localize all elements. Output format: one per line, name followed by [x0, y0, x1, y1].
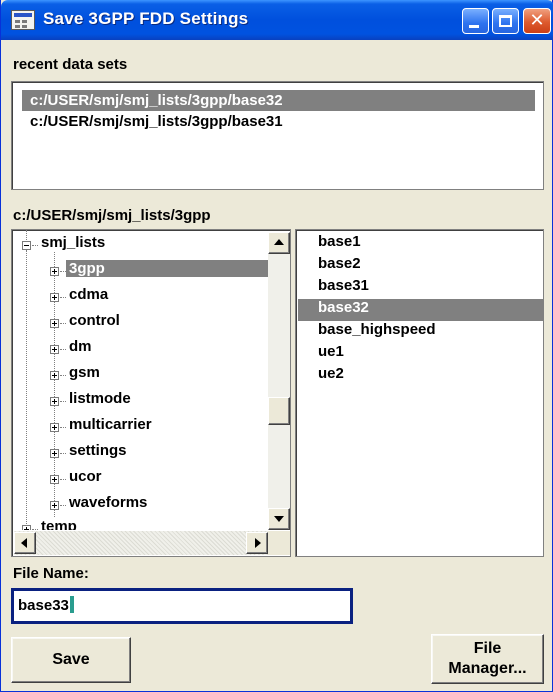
- recent-item[interactable]: c:/USER/smj/smj_lists/3gpp/base31: [22, 111, 535, 132]
- expand-icon[interactable]: [50, 397, 59, 406]
- expand-icon[interactable]: [50, 423, 59, 432]
- tree-node-control[interactable]: control: [12, 312, 268, 336]
- expand-icon[interactable]: [50, 501, 59, 510]
- expand-icon[interactable]: [50, 319, 59, 328]
- tree-node-ucor[interactable]: ucor: [12, 468, 268, 492]
- tree-node-label: multicarrier: [69, 416, 152, 433]
- maximize-icon: [499, 15, 512, 27]
- file-item[interactable]: ue2: [308, 365, 543, 387]
- tree-node-dm[interactable]: dm: [12, 338, 268, 362]
- scroll-right-button[interactable]: [246, 532, 268, 554]
- file-item[interactable]: base1: [308, 233, 543, 255]
- tree-node-temp[interactable]: temp: [12, 518, 268, 530]
- expand-icon[interactable]: [50, 475, 59, 484]
- tree-node-label: smj_lists: [41, 234, 106, 251]
- tree-node-waveforms[interactable]: waveforms: [12, 494, 268, 518]
- close-button[interactable]: ✕: [523, 8, 551, 34]
- tree-node-label: dm: [69, 338, 92, 355]
- file-list[interactable]: base1 base2 base31 base32 base_highspeed…: [295, 229, 544, 557]
- tree-node-label: ucor: [69, 468, 102, 485]
- expand-icon[interactable]: [50, 449, 59, 458]
- arrow-right-icon: [255, 538, 261, 548]
- collapse-icon[interactable]: [22, 241, 31, 250]
- tree-node-label: cdma: [69, 286, 109, 303]
- recent-data-sets-label: recent data sets: [13, 56, 128, 73]
- file-manager-label-line1: File: [473, 640, 502, 657]
- tree-node-label: listmode: [69, 390, 131, 407]
- tree-vertical-scrollbar[interactable]: [268, 232, 290, 530]
- file-item[interactable]: base_highspeed: [308, 321, 543, 343]
- minimize-button[interactable]: [462, 8, 489, 34]
- file-name-value: base33: [18, 597, 69, 614]
- expand-icon[interactable]: [50, 293, 59, 302]
- expand-icon[interactable]: [50, 267, 59, 276]
- file-item[interactable]: ue1: [308, 343, 543, 365]
- title-bar[interactable]: Save 3GPP FDD Settings ✕: [1, 0, 553, 40]
- arrow-down-icon: [274, 516, 284, 522]
- recent-data-sets-list[interactable]: c:/USER/smj/smj_lists/3gpp/base32 c:/USE…: [11, 81, 544, 190]
- text-caret: [69, 596, 74, 613]
- expand-icon[interactable]: [50, 371, 59, 380]
- tree-node-label: 3gpp: [66, 260, 268, 277]
- file-manager-button[interactable]: File Manager...: [431, 634, 544, 684]
- file-manager-label-line2: Manager...: [448, 660, 527, 677]
- file-name-label: File Name:: [13, 565, 89, 582]
- tree-node-label: gsm: [69, 364, 100, 381]
- minimize-icon: [469, 25, 479, 28]
- tree-node-label: waveforms: [69, 494, 148, 511]
- tree-node-label: temp: [41, 518, 77, 530]
- tree-node-settings[interactable]: settings: [12, 442, 268, 466]
- scroll-thumb[interactable]: [268, 397, 290, 425]
- directory-tree[interactable]: smj_lists 3gpp cdma control dm gsm listm…: [11, 229, 291, 557]
- arrow-left-icon: [21, 538, 27, 548]
- tree-node-multicarrier[interactable]: multicarrier: [12, 416, 268, 440]
- window-title: Save 3GPP FDD Settings: [43, 9, 249, 28]
- maximize-button[interactable]: [492, 8, 519, 34]
- current-path-label: c:/USER/smj/smj_lists/3gpp: [13, 207, 211, 224]
- scrollbar-corner: [268, 531, 290, 555]
- save-settings-dialog: Save 3GPP FDD Settings ✕ recent data set…: [0, 0, 553, 692]
- file-item[interactable]: base2: [308, 255, 543, 277]
- tree-node-label: settings: [69, 442, 127, 459]
- expand-icon[interactable]: [50, 345, 59, 354]
- close-icon: ✕: [529, 10, 545, 31]
- save-button[interactable]: Save: [11, 637, 131, 683]
- scroll-up-button[interactable]: [268, 232, 290, 254]
- tree-node-label: control: [69, 312, 120, 329]
- tree-node-root[interactable]: smj_lists: [12, 234, 268, 258]
- arrow-up-icon: [274, 239, 284, 245]
- app-window-icon: [11, 10, 35, 30]
- recent-item[interactable]: c:/USER/smj/smj_lists/3gpp/base32: [22, 90, 535, 111]
- scroll-left-button[interactable]: [14, 532, 36, 554]
- file-item[interactable]: base31: [308, 277, 543, 299]
- tree-horizontal-scrollbar[interactable]: [14, 531, 268, 555]
- tree-node-cdma[interactable]: cdma: [12, 286, 268, 310]
- expand-icon[interactable]: [22, 525, 31, 530]
- file-name-input[interactable]: base33: [11, 588, 353, 624]
- scroll-down-button[interactable]: [268, 508, 290, 530]
- file-item-selected[interactable]: base32: [298, 299, 543, 321]
- tree-node-gsm[interactable]: gsm: [12, 364, 268, 388]
- tree-node-listmode[interactable]: listmode: [12, 390, 268, 414]
- tree-node-3gpp[interactable]: 3gpp: [12, 260, 268, 284]
